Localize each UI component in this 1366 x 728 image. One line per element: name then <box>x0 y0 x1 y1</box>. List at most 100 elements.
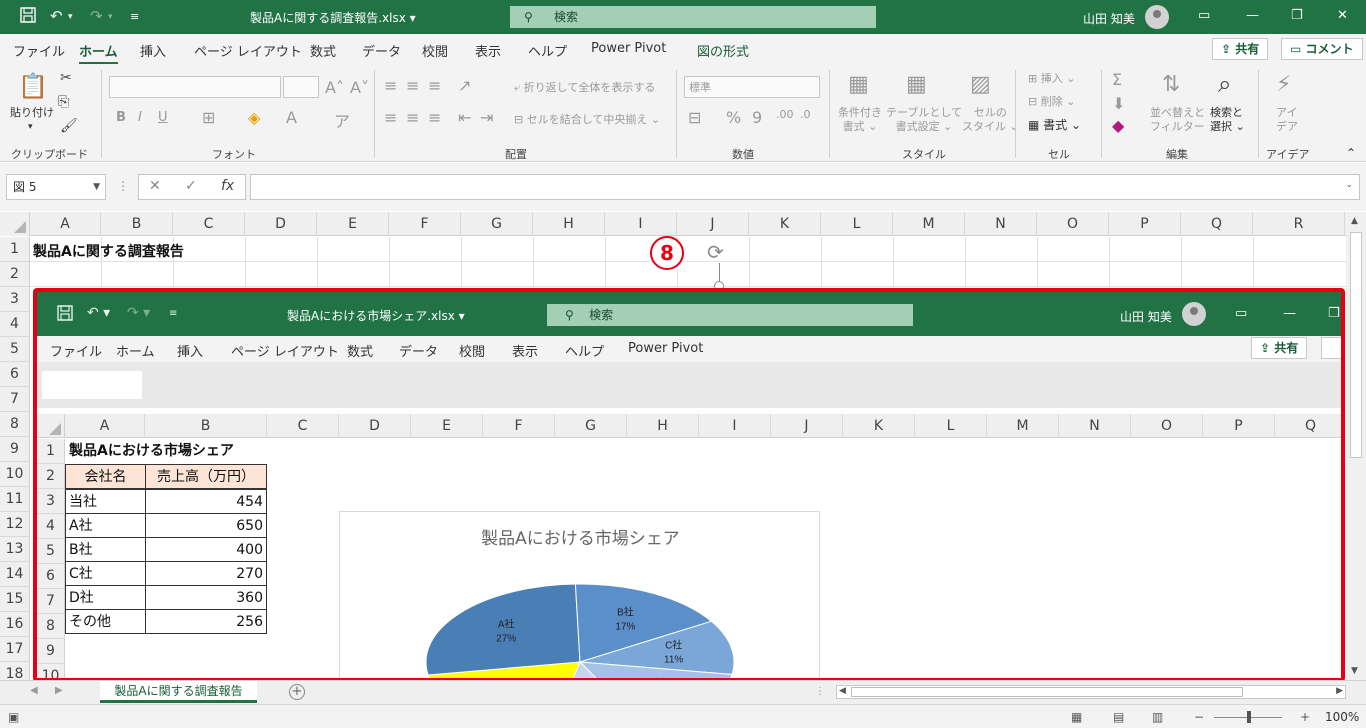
scroll-up-icon[interactable]: ▲ <box>1351 216 1358 226</box>
decrease-indent-icon[interactable]: ⇤ <box>458 108 471 127</box>
tab-splitter-icon[interactable]: ⋮ <box>815 686 825 697</box>
expand-formula-bar-icon[interactable]: ⌄ <box>1345 180 1353 190</box>
scroll-right-icon[interactable]: ▶ <box>1336 686 1343 696</box>
increase-indent-icon[interactable]: ⇥ <box>480 108 493 127</box>
copy-icon[interactable]: ⎘ <box>58 94 69 110</box>
insert-cells-button[interactable]: ⊞ 挿入 ⌄ <box>1028 72 1075 86</box>
align-right-icon[interactable]: ≡ <box>428 108 441 127</box>
delete-cells-button[interactable]: ⊟ 削除 ⌄ <box>1028 95 1075 109</box>
find-select-button[interactable]: 検索と 選択 ⌄ <box>1210 106 1245 134</box>
tab-insert[interactable]: 挿入 <box>140 41 166 60</box>
rotate-handle-icon[interactable]: ⟳ <box>707 240 724 264</box>
column-header[interactable]: E <box>317 212 389 236</box>
find-icon[interactable]: ⌕ <box>1218 70 1231 98</box>
align-top-icon[interactable]: ≡ <box>384 76 397 95</box>
phonetic-icon[interactable]: ア <box>334 108 350 132</box>
select-all-button[interactable] <box>0 212 30 236</box>
tab-picture-format[interactable]: 図の形式 <box>697 41 749 60</box>
ribbon-display-options-icon[interactable]: ▭ <box>1198 8 1210 23</box>
zoom-out-icon[interactable]: − <box>1194 710 1204 724</box>
row-header[interactable]: 2 <box>0 262 30 287</box>
row-header[interactable]: 8 <box>0 412 30 437</box>
font-name-select[interactable] <box>109 76 281 98</box>
paste-icon[interactable]: 📋 <box>18 72 48 100</box>
column-header[interactable]: G <box>461 212 533 236</box>
row-header[interactable]: 17 <box>0 637 30 662</box>
close-icon[interactable]: ✕ <box>1337 8 1348 23</box>
format-as-table-button[interactable]: テーブルとして 書式設定 ⌄ <box>886 106 962 134</box>
bold-icon[interactable]: B <box>116 110 126 125</box>
cut-icon[interactable]: ✂ <box>60 70 72 86</box>
format-cells-button[interactable]: ▦ 書式 ⌄ <box>1028 118 1081 132</box>
format-as-table-icon[interactable]: ▦ <box>906 72 927 97</box>
save-icon[interactable] <box>20 7 36 27</box>
column-header[interactable]: L <box>821 212 893 236</box>
decrease-font-size-icon[interactable]: A˅ <box>350 78 369 97</box>
column-header[interactable]: N <box>965 212 1037 236</box>
tab-view[interactable]: 表示 <box>475 41 501 60</box>
document-title[interactable]: 製品Aに関する調査報告.xlsx ▾ <box>250 9 416 26</box>
prev-sheet-icon[interactable]: ◀ <box>30 685 38 696</box>
row-header[interactable]: 7 <box>0 387 30 412</box>
column-header[interactable]: A <box>30 212 101 236</box>
cell-A1[interactable]: 製品Aに関する調査報告 <box>33 241 184 261</box>
conditional-formatting-button[interactable]: 条件付き 書式 ⌄ <box>838 106 882 134</box>
scroll-down-icon[interactable]: ▼ <box>1351 666 1358 676</box>
conditional-formatting-icon[interactable]: ▦ <box>848 72 869 97</box>
share-button[interactable]: ⇪ 共有 <box>1212 38 1269 60</box>
column-header[interactable]: M <box>893 212 965 236</box>
row-header[interactable]: 10 <box>0 462 30 487</box>
align-middle-icon[interactable]: ≡ <box>406 76 419 95</box>
borders-icon[interactable]: ⊞ <box>202 108 215 127</box>
ideas-button[interactable]: アイ デア <box>1276 106 1298 134</box>
row-header[interactable]: 13 <box>0 537 30 562</box>
enter-icon[interactable]: ✓ <box>185 178 197 194</box>
align-center-icon[interactable]: ≡ <box>406 108 419 127</box>
picture-5[interactable]: ↶ ▾ ↷ ▾ ≡ 製品Aにおける市場シェア.xlsx ▾ ⚲ 検索 山田 知美… <box>33 288 1345 682</box>
autosum-icon[interactable]: Σ <box>1112 70 1122 89</box>
vertical-scrollbar[interactable]: ▲ ▼ <box>1346 212 1366 680</box>
vertical-scroll-thumb[interactable] <box>1350 232 1362 458</box>
decrease-decimal-icon[interactable]: .0 <box>800 108 811 121</box>
orientation-icon[interactable]: ↗ <box>458 76 471 95</box>
accounting-format-icon[interactable]: ⊟ <box>688 108 701 127</box>
row-header[interactable]: 1 <box>0 237 30 262</box>
comments-button[interactable]: ▭ コメント <box>1281 38 1363 60</box>
number-format-select[interactable]: 標準 <box>684 76 820 98</box>
redo-dropdown-icon[interactable]: ▾ <box>108 12 113 22</box>
normal-view-icon[interactable]: ▦ <box>1071 710 1082 724</box>
tab-help[interactable]: ヘルプ <box>528 41 567 60</box>
align-left-icon[interactable]: ≡ <box>384 108 397 127</box>
undo-icon[interactable]: ↶ <box>50 7 63 25</box>
insert-function-icon[interactable]: fx <box>221 178 234 194</box>
column-header[interactable]: Q <box>1181 212 1253 236</box>
column-header[interactable]: F <box>389 212 461 236</box>
column-header[interactable]: K <box>749 212 821 236</box>
tab-home[interactable]: ホーム <box>79 41 118 65</box>
column-header[interactable]: O <box>1037 212 1109 236</box>
italic-icon[interactable]: I <box>138 110 142 125</box>
wrap-text-button[interactable]: ⤶ 折り返して全体を表示する <box>514 81 655 95</box>
comma-style-icon[interactable]: 9 <box>752 108 762 127</box>
row-header[interactable]: 3 <box>0 287 30 312</box>
column-header[interactable]: I <box>605 212 677 236</box>
page-layout-view-icon[interactable]: ▤ <box>1113 710 1124 724</box>
tab-formulas[interactable]: 数式 <box>310 41 336 60</box>
row-header[interactable]: 11 <box>0 487 30 512</box>
clear-icon[interactable]: ◆ <box>1112 116 1124 135</box>
cancel-icon[interactable]: ✕ <box>149 178 161 194</box>
avatar[interactable] <box>1145 5 1169 29</box>
sort-filter-icon[interactable]: ⇅ <box>1162 72 1180 97</box>
zoom-in-icon[interactable]: + <box>1300 710 1310 724</box>
paste-button[interactable]: 貼り付け <box>10 106 54 120</box>
horizontal-scrollbar[interactable]: ◀ ▶ <box>836 685 1346 699</box>
row-header[interactable]: 12 <box>0 512 30 537</box>
row-header[interactable]: 16 <box>0 612 30 637</box>
paste-dropdown-icon[interactable]: ▾ <box>28 120 33 134</box>
tab-file[interactable]: ファイル <box>13 41 65 60</box>
column-header[interactable]: J <box>677 212 749 236</box>
column-header[interactable]: H <box>533 212 605 236</box>
undo-dropdown-icon[interactable]: ▾ <box>68 12 73 22</box>
macro-record-icon[interactable]: ▣ <box>8 710 19 724</box>
increase-font-size-icon[interactable]: A˄ <box>325 78 344 97</box>
